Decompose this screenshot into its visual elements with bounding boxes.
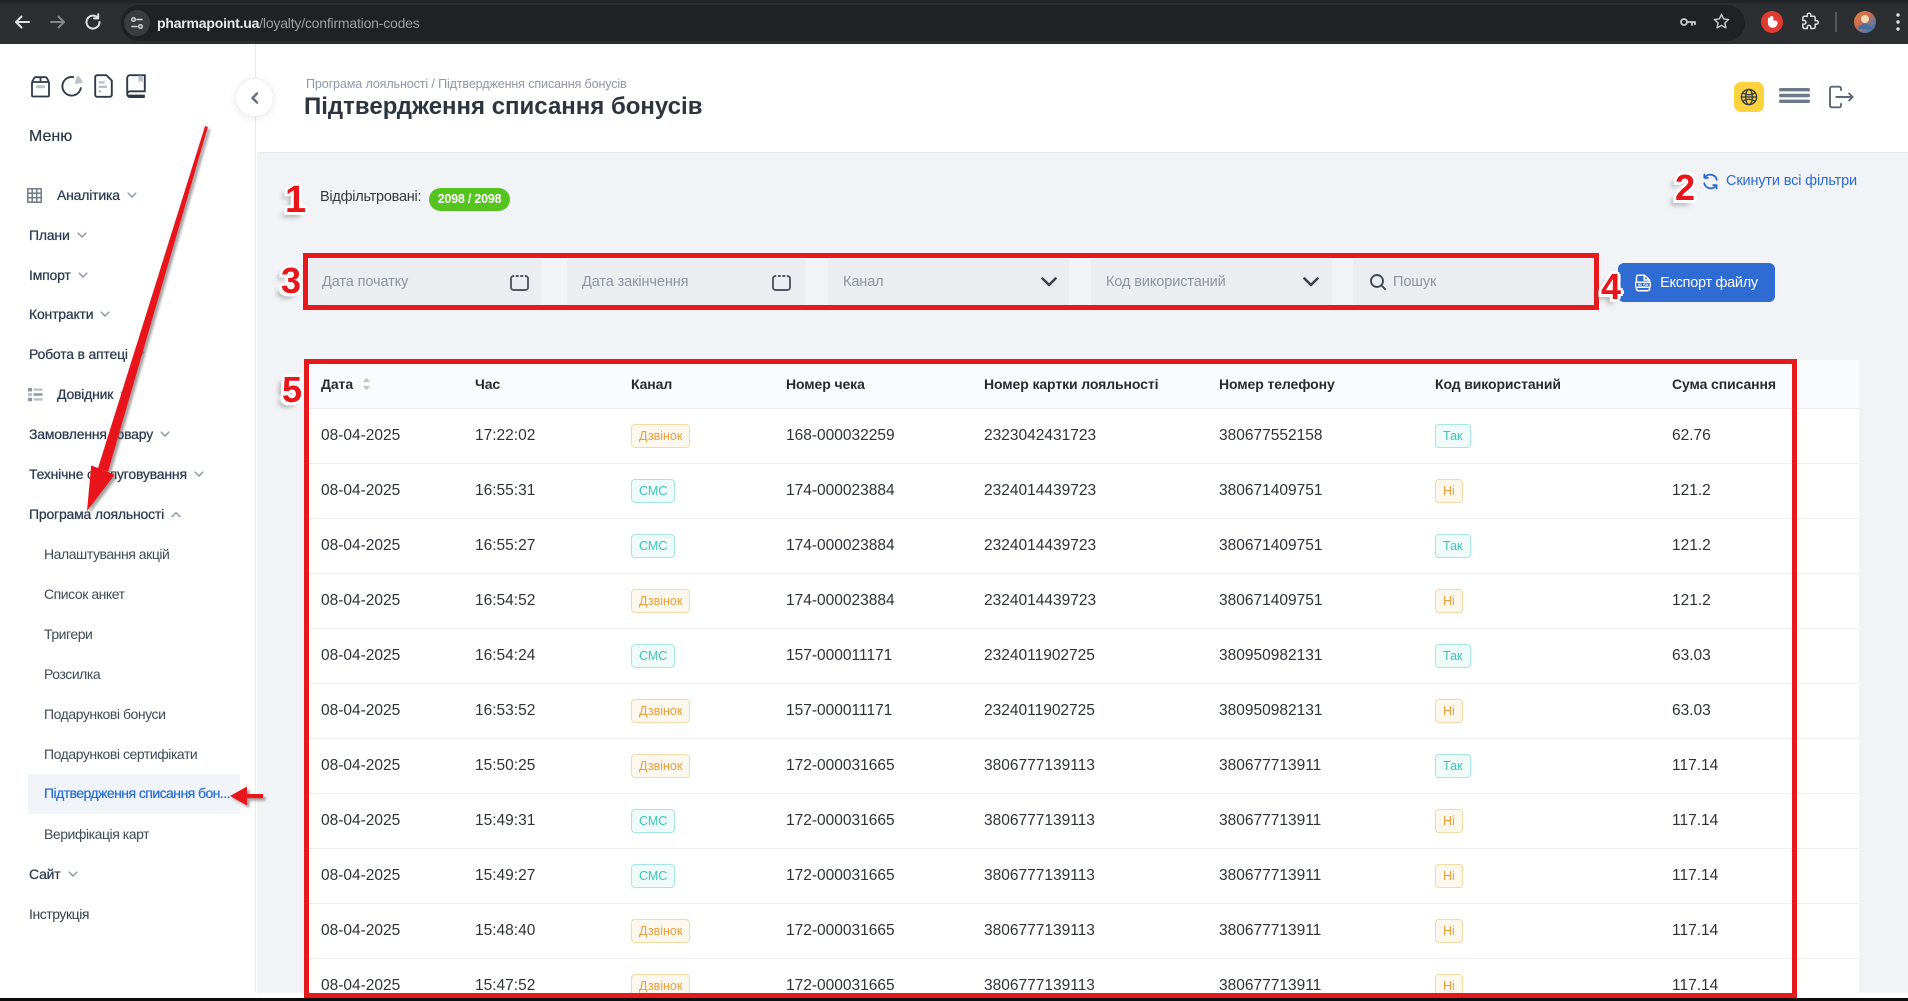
svg-text:XLSX: XLSX: [1638, 282, 1650, 287]
